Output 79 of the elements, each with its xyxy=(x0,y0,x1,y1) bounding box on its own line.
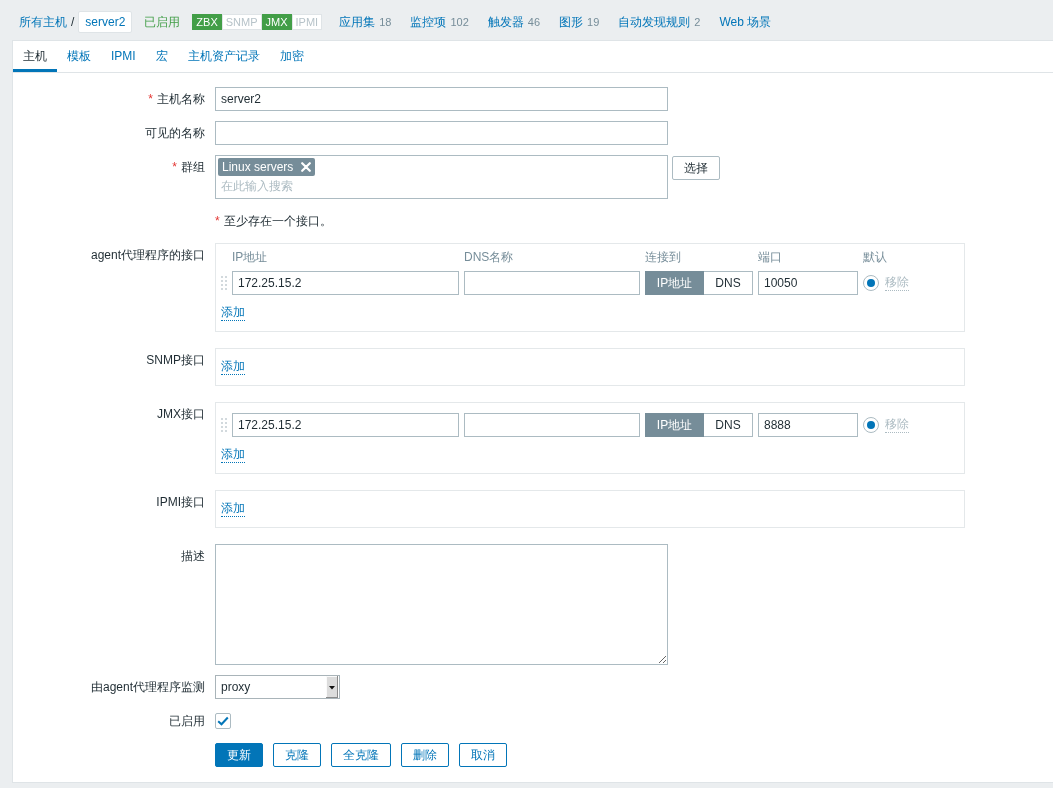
count-label: 102 xyxy=(450,15,469,28)
tab[interactable]: 加密 xyxy=(269,41,314,72)
connect-option[interactable]: DNS xyxy=(704,413,753,437)
enabled-checkbox[interactable] xyxy=(215,713,231,729)
group-search-input[interactable]: 在此输入搜索 xyxy=(218,176,664,196)
count-label: 19 xyxy=(587,15,600,28)
breadcrumb-link[interactable]: 所有主机 xyxy=(19,13,67,31)
host-name-field[interactable]: server2 xyxy=(215,87,668,111)
nav-link[interactable]: 应用集 18 xyxy=(339,13,392,31)
tab[interactable]: 宏 xyxy=(145,41,178,72)
field-label: 描述 xyxy=(181,548,205,565)
required-asterisk: * xyxy=(172,159,177,176)
group-multiselect[interactable]: Linux servers 在此输入搜索 xyxy=(215,155,668,199)
required-asterisk: * xyxy=(215,213,220,230)
dns-field[interactable] xyxy=(464,413,640,437)
select-button[interactable]: 选择 xyxy=(672,156,720,180)
field-label: 由agent代理程序监测 xyxy=(90,679,205,696)
availability-badge: SNMP xyxy=(221,14,262,30)
count-label: 46 xyxy=(527,15,541,28)
count-label: 2 xyxy=(694,15,701,28)
field-label: 群组 xyxy=(181,159,205,176)
breadcrumb-separator: / xyxy=(71,15,75,29)
nav-link[interactable]: 图形 19 xyxy=(559,13,600,31)
cancel-button[interactable]: 取消 xyxy=(459,743,507,767)
add-link[interactable]: 添加 xyxy=(221,359,245,375)
default-radio[interactable] xyxy=(863,275,879,291)
clone-button[interactable]: 克隆 xyxy=(273,743,321,767)
nav-link[interactable]: Web 场景 xyxy=(719,13,772,31)
field-label: agent代理程序的接口 xyxy=(90,247,205,264)
field-label: 已启用 xyxy=(169,713,205,730)
connect-option[interactable]: DNS xyxy=(704,271,753,295)
column-header: 默认 xyxy=(863,249,888,266)
current-host-link[interactable]: server2 xyxy=(78,11,133,33)
nav-link[interactable]: 触发器 46 xyxy=(487,13,541,31)
close-icon[interactable] xyxy=(301,162,312,172)
column-header: IP地址 xyxy=(232,249,269,266)
connect-option[interactable]: IP地址 xyxy=(645,271,704,295)
visible-name-field[interactable] xyxy=(215,121,668,145)
tab[interactable]: 主机资产记录 xyxy=(177,41,270,72)
status-link[interactable]: 已启用 xyxy=(144,13,181,31)
tag-label: Linux servers xyxy=(222,160,294,174)
connect-option[interactable]: IP地址 xyxy=(645,413,704,437)
column-header: DNS名称 xyxy=(464,249,515,266)
proxy-select[interactable]: proxy xyxy=(215,675,340,699)
add-link[interactable]: 添加 xyxy=(221,447,245,463)
drag-handle-icon[interactable] xyxy=(221,418,227,432)
dns-field[interactable] xyxy=(464,271,640,295)
nav-link[interactable]: 监控项 102 xyxy=(410,13,469,31)
drag-handle-icon[interactable] xyxy=(221,276,227,290)
required-asterisk: * xyxy=(148,91,153,108)
port-field[interactable]: 8888 xyxy=(758,413,858,437)
ip-field[interactable]: 172.25.15.2 xyxy=(232,413,459,437)
add-link[interactable]: 添加 xyxy=(221,305,245,321)
nav-link[interactable]: 自动发现规则 2 xyxy=(618,13,701,31)
availability-badge: ZBX xyxy=(192,14,222,30)
tab[interactable]: 主机 xyxy=(13,41,57,72)
column-header: 端口 xyxy=(758,249,783,266)
field-label: SNMP接口 xyxy=(146,352,205,369)
field-label: IPMI接口 xyxy=(156,494,205,511)
tab[interactable]: 模板 xyxy=(57,41,101,72)
availability-badge: IPMI xyxy=(291,14,323,30)
port-field[interactable]: 10050 xyxy=(758,271,858,295)
ip-field[interactable]: 172.25.15.2 xyxy=(232,271,459,295)
field-label: 可见的名称 xyxy=(145,125,205,142)
tab[interactable]: IPMI xyxy=(101,41,146,72)
field-label: JMX接口 xyxy=(157,406,205,423)
count-label: 18 xyxy=(379,15,392,28)
check-icon xyxy=(217,716,229,726)
update-button[interactable]: 更新 xyxy=(215,743,263,767)
add-link[interactable]: 添加 xyxy=(221,501,245,517)
note-text: 至少存在一个接口。 xyxy=(223,213,332,230)
column-header: 连接到 xyxy=(645,249,682,266)
default-radio[interactable] xyxy=(863,417,879,433)
description-field[interactable] xyxy=(215,544,668,665)
field-label: 主机名称 xyxy=(157,91,205,108)
delete-button[interactable]: 删除 xyxy=(401,743,449,767)
caret-icon[interactable] xyxy=(326,676,338,698)
availability-badge: JMX xyxy=(261,14,292,30)
full-clone-button[interactable]: 全克隆 xyxy=(331,743,391,767)
